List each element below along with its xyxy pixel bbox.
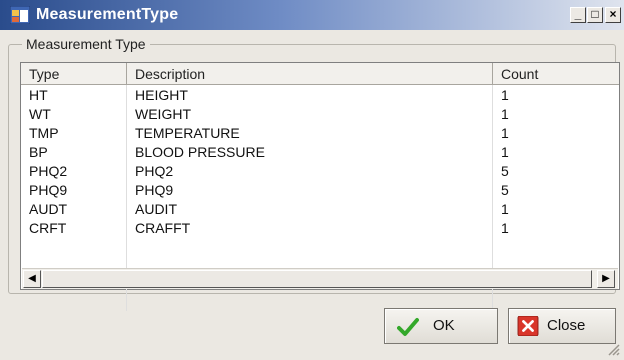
cell-type: PHQ9 bbox=[29, 182, 68, 198]
table-row[interactable]: TMP TEMPERATURE 1 bbox=[21, 124, 619, 143]
group-legend: Measurement Type bbox=[22, 36, 150, 52]
scroll-left-button[interactable]: ◀ bbox=[23, 270, 41, 288]
maximize-icon: □ bbox=[591, 7, 599, 21]
column-header-count[interactable]: Count bbox=[493, 63, 619, 85]
minimize-button[interactable]: _ bbox=[570, 7, 586, 23]
table-row[interactable]: BP BLOOD PRESSURE 1 bbox=[21, 143, 619, 162]
x-icon bbox=[517, 316, 539, 336]
horizontal-scrollbar[interactable]: ◀ ▶ bbox=[22, 268, 618, 289]
cell-type: WT bbox=[29, 106, 51, 122]
close-window-button[interactable]: × bbox=[605, 7, 621, 23]
cell-description: PHQ2 bbox=[135, 163, 174, 179]
cell-description: CRAFFT bbox=[135, 220, 191, 236]
scroll-left-icon: ◀ bbox=[28, 273, 36, 284]
title-bar[interactable]: MeasurementType _ □ × bbox=[0, 0, 624, 30]
table-row[interactable]: AUDT AUDIT 1 bbox=[21, 200, 619, 219]
table-row[interactable]: PHQ9 PHQ9 5 bbox=[21, 181, 619, 200]
close-label: Close bbox=[547, 317, 586, 334]
table-row[interactable]: WT WEIGHT 1 bbox=[21, 105, 619, 124]
column-header-type[interactable]: Type bbox=[21, 63, 127, 85]
cell-type: BP bbox=[29, 144, 48, 160]
app-window-icon bbox=[10, 6, 30, 24]
resize-grip-icon[interactable] bbox=[606, 342, 620, 356]
measurement-type-window: MeasurementType _ □ × Measurement Type T… bbox=[0, 0, 624, 360]
measurement-type-grid[interactable]: Type Description Count HT HEIGHT 1 WT WE… bbox=[20, 62, 620, 311]
cell-count: 1 bbox=[501, 220, 509, 236]
cell-count: 1 bbox=[501, 125, 509, 141]
table-row[interactable]: HT HEIGHT 1 bbox=[21, 86, 619, 105]
cell-type: CRFT bbox=[29, 220, 67, 236]
table-row[interactable]: CRFT CRAFFT 1 bbox=[21, 219, 619, 238]
close-button[interactable]: Close bbox=[508, 308, 616, 344]
window-title: MeasurementType bbox=[36, 6, 179, 23]
cell-type: TMP bbox=[29, 125, 59, 141]
ok-label: OK bbox=[433, 317, 455, 334]
scroll-right-button[interactable]: ▶ bbox=[597, 270, 615, 288]
cell-count: 5 bbox=[501, 163, 509, 179]
cell-description: TEMPERATURE bbox=[135, 125, 240, 141]
column-header-description[interactable]: Description bbox=[127, 63, 493, 85]
maximize-button[interactable]: □ bbox=[587, 7, 603, 23]
cell-type: AUDT bbox=[29, 201, 68, 217]
scroll-thumb[interactable] bbox=[42, 270, 592, 288]
grid-header: Type Description Count bbox=[21, 63, 619, 85]
cell-description: AUDIT bbox=[135, 201, 177, 217]
cell-count: 1 bbox=[501, 87, 509, 103]
ok-button[interactable]: OK bbox=[384, 308, 498, 344]
cell-type: PHQ2 bbox=[29, 163, 68, 179]
cell-type: HT bbox=[29, 87, 48, 103]
table-row[interactable]: PHQ2 PHQ2 5 bbox=[21, 162, 619, 181]
cell-count: 5 bbox=[501, 182, 509, 198]
cell-description: PHQ9 bbox=[135, 182, 174, 198]
check-icon bbox=[397, 318, 419, 336]
cell-count: 1 bbox=[501, 106, 509, 122]
cell-description: BLOOD PRESSURE bbox=[135, 144, 265, 160]
cell-description: HEIGHT bbox=[135, 87, 188, 103]
cell-description: WEIGHT bbox=[135, 106, 191, 122]
cell-count: 1 bbox=[501, 201, 509, 217]
scroll-right-icon: ▶ bbox=[602, 273, 610, 284]
minimize-icon: _ bbox=[574, 7, 582, 21]
cell-count: 1 bbox=[501, 144, 509, 160]
close-icon: × bbox=[609, 7, 617, 21]
